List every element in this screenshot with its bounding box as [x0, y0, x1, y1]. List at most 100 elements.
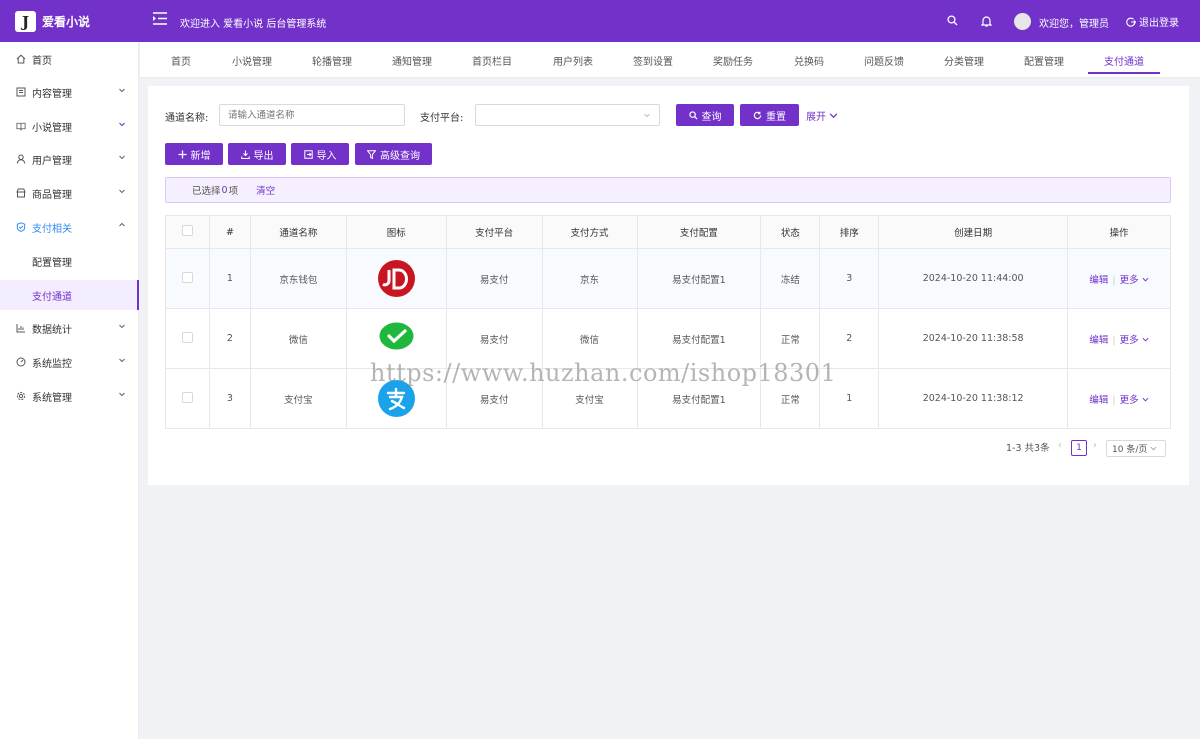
tab-rewards[interactable]: 奖励任务	[697, 42, 769, 78]
reset-label: 重置	[766, 111, 786, 123]
column-header: 创建日期	[878, 215, 1069, 249]
tab-feedback[interactable]: 问题反馈	[848, 42, 920, 78]
menu-fold-icon[interactable]	[153, 12, 167, 28]
column-header: 通道名称	[249, 215, 347, 249]
edit-link[interactable]: 编辑	[1089, 395, 1108, 406]
shield-icon	[16, 222, 26, 232]
advanced-query-label: 高级查询	[380, 150, 420, 162]
select-all-checkbox[interactable]	[181, 225, 193, 236]
plus-icon	[178, 150, 186, 158]
dashboard-icon	[16, 357, 26, 367]
logout-button[interactable]: 退出登录	[1126, 14, 1179, 29]
pay-config: 易支付配置1	[636, 248, 762, 309]
more-link[interactable]: 更多	[1120, 275, 1139, 286]
row-checkbox[interactable]	[181, 331, 193, 343]
tab-novels[interactable]: 小说管理	[216, 42, 288, 78]
tab-home[interactable]: 首页	[145, 42, 217, 78]
sidebar-item-label: 数据统计	[32, 324, 72, 336]
sidebar-item-users[interactable]: 用户管理	[0, 144, 139, 174]
sidebar-item-label: 系统监控	[32, 358, 72, 370]
sidebar-item-label: 支付相关	[32, 223, 72, 235]
sidebar-item-products[interactable]: 商品管理	[0, 178, 139, 208]
channel-name-input[interactable]	[219, 104, 405, 126]
sidebar-item-content[interactable]: 内容管理	[0, 77, 139, 107]
tab-home-columns[interactable]: 首页栏目	[456, 42, 528, 78]
main-panel: 通道名称: 支付平台: 查询 重置 展开 新增 导出 导入 高级查询 已选择 0…	[148, 86, 1189, 485]
reset-button[interactable]: 重置	[740, 104, 799, 126]
chevron-down-icon	[118, 322, 126, 333]
selection-count: 0	[221, 184, 228, 196]
sidebar-item-home[interactable]: 首页	[0, 44, 139, 74]
tab-user-list[interactable]: 用户列表	[537, 42, 609, 78]
app-logo[interactable]: J 爱看小说	[15, 11, 90, 32]
page-number-current[interactable]: 1	[1071, 440, 1087, 456]
search-icon[interactable]	[947, 15, 958, 29]
tab-config[interactable]: 配置管理	[1008, 42, 1080, 78]
tab-redeem-codes[interactable]: 兑换码	[773, 42, 845, 78]
more-link[interactable]: 更多	[1120, 335, 1139, 346]
expand-toggle[interactable]: 展开	[806, 108, 838, 123]
sidebar-item-label: 用户管理	[32, 155, 72, 167]
sidebar-item-novels[interactable]: 小说管理	[0, 111, 139, 141]
sidebar-item-system[interactable]: 系统管理	[0, 381, 139, 411]
row-actions: 编辑 | 更多	[1067, 308, 1171, 369]
bar-chart-icon	[16, 323, 26, 333]
user-greeting[interactable]: 欢迎您，管理员	[1039, 15, 1109, 30]
page-size-select[interactable]: 10 条/页	[1106, 440, 1166, 457]
sidebar-item-payment[interactable]: 支付相关	[0, 212, 139, 242]
sidebar-item-pay-channel[interactable]: 支付通道	[0, 280, 139, 310]
tab-carousel[interactable]: 轮播管理	[296, 42, 368, 78]
chevron-down-icon	[1150, 446, 1157, 451]
import-icon	[303, 149, 313, 159]
bell-icon[interactable]	[980, 15, 993, 30]
add-button[interactable]: 新增	[165, 143, 223, 165]
chevron-down-icon	[118, 153, 126, 164]
row-index: 1	[208, 248, 251, 309]
export-button[interactable]: 导出	[228, 143, 286, 165]
logout-icon	[1126, 17, 1136, 27]
tab-pay-channel[interactable]: 支付通道	[1088, 42, 1160, 78]
edit-link[interactable]: 编辑	[1089, 335, 1108, 346]
clear-selection-link[interactable]: 清空	[256, 183, 275, 197]
prev-page-icon[interactable]: ‹	[1058, 440, 1062, 451]
tab-notices[interactable]: 通知管理	[376, 42, 448, 78]
wechat-logo-icon	[377, 320, 415, 357]
sidebar-item-stats[interactable]: 数据统计	[0, 313, 139, 343]
select-all-cell	[165, 215, 210, 249]
row-checkbox[interactable]	[181, 271, 193, 283]
row-checkbox[interactable]	[181, 391, 193, 403]
shop-icon	[16, 188, 26, 198]
tab-checkin[interactable]: 签到设置	[617, 42, 689, 78]
sidebar-item-label: 配置管理	[32, 257, 72, 269]
refresh-icon	[753, 111, 762, 119]
column-header: 排序	[819, 215, 880, 249]
query-label: 查询	[701, 111, 722, 123]
sidebar-item-label: 支付通道	[32, 291, 72, 303]
query-button[interactable]: 查询	[676, 104, 734, 126]
import-label: 导入	[316, 150, 337, 162]
edit-link[interactable]: 编辑	[1089, 275, 1108, 286]
page-tabs: 首页 小说管理 轮播管理 通知管理 首页栏目 用户列表 签到设置 奖励任务 兑换…	[140, 42, 1200, 78]
avatar[interactable]	[1014, 13, 1031, 30]
advanced-query-button[interactable]: 高级查询	[355, 143, 432, 165]
column-header: 状态	[760, 215, 821, 249]
app-name: 爱看小说	[42, 15, 91, 29]
table-row[interactable]: 1 京东钱包 易支付 京东 易支付配置1 冻结 3 2024-10-20 11:…	[165, 248, 1171, 309]
sidebar-item-label: 系统管理	[32, 392, 72, 404]
gear-icon	[16, 391, 26, 401]
table-header-row: # 通道名称 图标 支付平台 支付方式 支付配置 状态 排序 创建日期 操作	[165, 215, 1171, 249]
sidebar-item-monitor[interactable]: 系统监控	[0, 347, 139, 377]
document-icon	[16, 87, 26, 97]
export-label: 导出	[253, 150, 274, 162]
platform-select[interactable]	[475, 104, 660, 126]
channel-name-label: 通道名称:	[165, 113, 209, 124]
more-link[interactable]: 更多	[1120, 395, 1139, 406]
next-page-icon[interactable]: ›	[1093, 440, 1097, 451]
pagination-summary: 1-3 共3条	[1006, 443, 1050, 454]
column-header: #	[208, 215, 251, 249]
watermark: https://www.huzhan.com/ishop18301	[370, 359, 837, 387]
import-button[interactable]: 导入	[291, 143, 349, 165]
sidebar-item-config[interactable]: 配置管理	[0, 246, 139, 276]
tab-categories[interactable]: 分类管理	[928, 42, 1000, 78]
sidebar-item-label: 商品管理	[32, 189, 72, 201]
